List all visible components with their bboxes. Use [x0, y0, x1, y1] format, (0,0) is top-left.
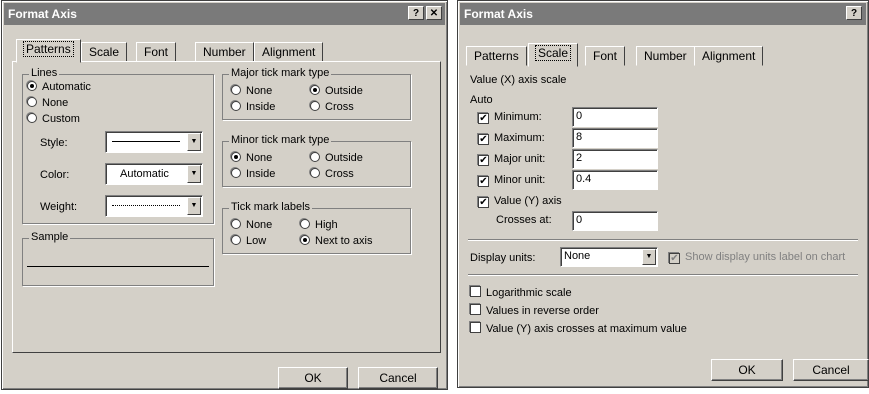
line-weight-swatch — [112, 205, 180, 206]
weight-dropdown[interactable]: ▼ — [105, 195, 203, 217]
tab-panel: Lines Automatic None Custom Style: ▼ Col… — [12, 61, 441, 353]
radio-dot — [27, 97, 37, 107]
separator — [468, 239, 858, 240]
ok-button[interactable]: OK — [278, 367, 348, 389]
tab-number[interactable]: Number — [195, 42, 254, 62]
tab-number[interactable]: Number — [636, 46, 695, 66]
format-axis-dialog-patterns: Format Axis ? ✕ Patterns Scale Font Numb… — [1, 0, 448, 390]
tab-scale[interactable]: Scale — [528, 43, 579, 67]
style-dropdown[interactable]: ▼ — [105, 131, 203, 153]
radio-dot — [310, 152, 320, 162]
title-bar: Format Axis ? ✕ — [4, 3, 445, 25]
radio-dot — [231, 101, 241, 111]
chevron-down-icon[interactable]: ▼ — [187, 197, 201, 215]
sample-legend: Sample — [29, 231, 71, 243]
close-button[interactable]: ✕ — [426, 6, 442, 20]
radio-major-outside[interactable]: Outside — [310, 85, 363, 97]
radio-dot — [300, 235, 310, 245]
radio-major-cross[interactable]: Cross — [310, 101, 354, 113]
radio-major-inside[interactable]: Inside — [231, 101, 275, 113]
major-unit-input[interactable]: 2 — [572, 149, 658, 169]
radio-dot — [231, 235, 241, 245]
major-tick-group: Major tick mark type None Outside Inside… — [222, 67, 411, 120]
chevron-down-icon[interactable]: ▼ — [187, 133, 201, 151]
radio-dot — [310, 101, 320, 111]
radio-dot — [300, 219, 310, 229]
tick-labels-group: Tick mark labels None High Low Next to a… — [222, 201, 411, 254]
minor-tick-group: Minor tick mark type None Outside Inside… — [222, 134, 411, 187]
line-style-swatch — [112, 141, 180, 142]
color-label: Color: — [40, 169, 70, 181]
lines-group: Lines Automatic None Custom Style: ▼ Col… — [22, 67, 214, 224]
radio-dot — [310, 168, 320, 178]
display-units-dropdown[interactable]: None ▼ — [560, 247, 658, 267]
tab-patterns[interactable]: Patterns — [16, 39, 81, 63]
major-tick-legend: Major tick mark type — [229, 67, 332, 79]
reverse-order-checkbox[interactable]: Values in reverse order — [470, 304, 599, 317]
chevron-down-icon[interactable]: ▼ — [642, 249, 656, 265]
radio-line-custom[interactable]: Custom — [27, 113, 80, 125]
radio-dot — [27, 113, 37, 123]
chevron-down-icon[interactable]: ▼ — [187, 165, 201, 183]
lines-legend: Lines — [29, 67, 60, 79]
maximum-input[interactable]: 8 — [572, 128, 658, 148]
value-axis-auto-checkbox[interactable]: ✔ Value (Y) axis — [478, 195, 562, 208]
tab-font[interactable]: Font — [136, 42, 177, 62]
color-dropdown[interactable]: Automatic ▼ — [105, 163, 203, 185]
dialog-title: Format Axis — [464, 7, 533, 21]
radio-labels-none[interactable]: None — [231, 219, 272, 231]
help-button[interactable]: ? — [408, 6, 424, 20]
radio-dot — [231, 168, 241, 178]
sample-group: Sample — [22, 231, 214, 286]
cancel-button[interactable]: Cancel — [793, 359, 869, 381]
minimum-input[interactable]: 0 — [572, 107, 658, 127]
tick-labels-legend: Tick mark labels — [229, 201, 313, 213]
tab-alignment[interactable]: Alignment — [254, 42, 324, 62]
dialog-title: Format Axis — [8, 7, 77, 21]
logarithmic-scale-checkbox[interactable]: Logarithmic scale — [470, 286, 572, 299]
radio-line-automatic[interactable]: Automatic — [27, 81, 91, 93]
sample-line — [27, 266, 209, 267]
radio-dot — [231, 219, 241, 229]
crosses-at-max-checkbox[interactable]: Value (Y) axis crosses at maximum value — [470, 322, 687, 335]
crosses-at-label: Crosses at: — [496, 214, 552, 226]
weight-label: Weight: — [40, 201, 78, 213]
radio-dot — [27, 81, 37, 91]
display-units-label: Display units: — [470, 252, 536, 264]
major-unit-auto-checkbox[interactable]: ✔ Major unit: — [478, 153, 545, 166]
auto-label: Auto — [470, 94, 493, 106]
radio-dot — [310, 85, 320, 95]
ok-button[interactable]: OK — [711, 359, 783, 381]
title-bar: Format Axis ? — [460, 3, 866, 25]
radio-major-none[interactable]: None — [231, 85, 272, 97]
tab-patterns[interactable]: Patterns — [466, 46, 527, 66]
tab-scale[interactable]: Scale — [81, 42, 128, 62]
axis-scale-heading: Value (X) axis scale — [470, 74, 567, 86]
cancel-button[interactable]: Cancel — [358, 367, 438, 389]
radio-dot — [231, 85, 241, 95]
radio-minor-outside[interactable]: Outside — [310, 152, 363, 164]
minimum-auto-checkbox[interactable]: ✔ Minimum: — [478, 111, 542, 124]
radio-minor-inside[interactable]: Inside — [231, 168, 275, 180]
radio-labels-high[interactable]: High — [300, 219, 338, 231]
show-units-label-checkbox[interactable]: ✔ Show display units label on chart — [669, 251, 845, 264]
radio-line-none[interactable]: None — [27, 97, 68, 109]
radio-labels-next-to-axis[interactable]: Next to axis — [300, 235, 372, 247]
maximum-auto-checkbox[interactable]: ✔ Maximum: — [478, 132, 545, 145]
format-axis-dialog-scale: Format Axis ? Patterns Scale Font Number… — [457, 0, 869, 388]
separator — [468, 274, 858, 275]
radio-minor-cross[interactable]: Cross — [310, 168, 354, 180]
tab-font[interactable]: Font — [585, 46, 626, 66]
radio-minor-none[interactable]: None — [231, 152, 272, 164]
minor-unit-input[interactable]: 0.4 — [572, 170, 658, 190]
crosses-at-input[interactable]: 0 — [572, 211, 658, 231]
help-button[interactable]: ? — [846, 6, 862, 20]
style-label: Style: — [40, 137, 68, 149]
tab-alignment[interactable]: Alignment — [694, 46, 764, 66]
radio-labels-low[interactable]: Low — [231, 235, 266, 247]
minor-tick-legend: Minor tick mark type — [229, 134, 332, 146]
minor-unit-auto-checkbox[interactable]: ✔ Minor unit: — [478, 174, 545, 187]
radio-dot — [231, 152, 241, 162]
